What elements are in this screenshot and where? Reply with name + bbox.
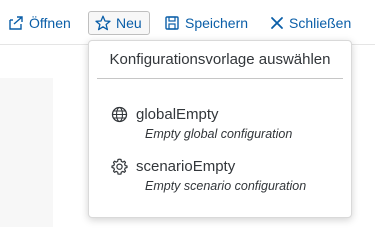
option-description: Empty scenario configuration xyxy=(145,179,307,193)
option-scenario-empty[interactable]: scenarioEmpty Empty scenario configurati… xyxy=(89,155,351,195)
gear-icon xyxy=(111,158,128,180)
globe-icon xyxy=(111,106,128,128)
new-label: Neu xyxy=(116,15,142,31)
template-selection-popover: Konfigurationsvorlage auswählen globalEm… xyxy=(88,40,352,218)
open-label: Öffnen xyxy=(29,15,71,31)
close-label: Schließen xyxy=(289,15,352,31)
option-global-empty[interactable]: globalEmpty Empty global configuration xyxy=(89,103,351,143)
star-icon xyxy=(95,15,111,31)
save-button[interactable]: Speichern xyxy=(164,10,248,36)
toolbar: Öffnen Neu Speichern Schließen xyxy=(0,0,375,45)
option-description: Empty global configuration xyxy=(145,127,293,141)
close-button[interactable]: Schließen xyxy=(270,10,351,36)
side-panel xyxy=(0,78,53,227)
option-name: globalEmpty xyxy=(136,106,219,123)
open-button[interactable]: Öffnen xyxy=(8,10,71,36)
save-icon xyxy=(164,15,180,31)
new-button[interactable]: Neu xyxy=(88,11,150,35)
option-name: scenarioEmpty xyxy=(136,158,236,175)
popover-title: Konfigurationsvorlage auswählen xyxy=(109,51,331,68)
open-icon xyxy=(8,15,24,31)
close-icon xyxy=(270,16,284,30)
popover-divider xyxy=(97,78,343,79)
save-label: Speichern xyxy=(185,15,249,31)
